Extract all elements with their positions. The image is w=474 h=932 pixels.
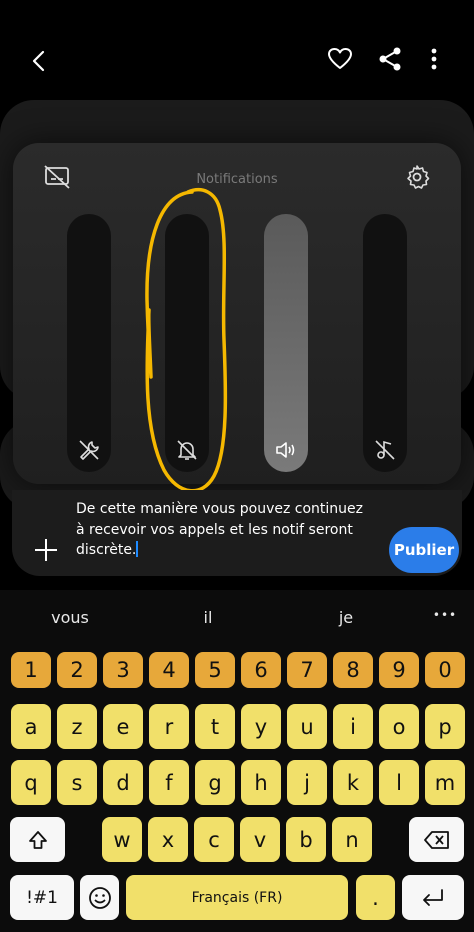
letter-key-q[interactable]: q [11,760,51,805]
letter-key-z[interactable]: z [57,704,97,749]
more-options-icon[interactable] [420,44,448,74]
symbols-key[interactable]: !#1 [10,875,74,920]
letter-key-g[interactable]: g [195,760,235,805]
add-attachment-icon[interactable] [34,538,58,562]
letter-key-k[interactable]: k [333,760,373,805]
text-cursor [136,541,139,557]
suggestion-3[interactable]: je [306,608,386,627]
sound-slider[interactable] [264,214,308,472]
number-key-1[interactable]: 1 [11,652,51,688]
more-suggestions-icon[interactable]: ••• [425,608,465,622]
comment-text: De cette manière vous pouvez continuez à… [76,501,364,558]
letter-key-r[interactable]: r [149,704,189,749]
number-key-8[interactable]: 8 [333,652,373,688]
backspace-key[interactable] [409,817,464,862]
enter-key[interactable] [402,875,464,920]
number-key-6[interactable]: 6 [241,652,281,688]
space-key[interactable]: Français (FR) [126,875,348,920]
number-key-0[interactable]: 0 [425,652,465,688]
wrench-mute-icon [77,438,101,462]
number-key-4[interactable]: 4 [149,652,189,688]
emoji-key[interactable] [80,875,119,920]
comment-input[interactable]: De cette manière vous pouvez continuez à… [76,499,376,561]
media-mute-slider[interactable] [363,214,407,472]
number-key-7[interactable]: 7 [287,652,327,688]
letter-key-s[interactable]: s [57,760,97,805]
letter-key-m[interactable]: m [425,760,465,805]
letter-key-h[interactable]: h [241,760,281,805]
heart-icon[interactable] [325,44,355,74]
suggestion-2[interactable]: il [168,608,248,627]
period-key[interactable]: . [356,875,395,920]
number-key-3[interactable]: 3 [103,652,143,688]
number-key-9[interactable]: 9 [379,652,419,688]
back-icon[interactable] [24,46,54,76]
publish-button[interactable]: Publier [389,527,459,573]
letter-key-l[interactable]: l [379,760,419,805]
letter-key-c[interactable]: c [194,817,234,862]
share-icon[interactable] [375,44,405,74]
shift-key[interactable] [10,817,65,862]
number-key-5[interactable]: 5 [195,652,235,688]
letter-key-u[interactable]: u [287,704,327,749]
suggestion-1[interactable]: vous [30,608,110,627]
letter-key-p[interactable]: p [425,704,465,749]
caption-off-icon[interactable] [43,164,71,190]
mute-slider[interactable] [67,214,111,472]
annotation-circle [145,188,228,493]
letter-key-o[interactable]: o [379,704,419,749]
letter-key-x[interactable]: x [148,817,188,862]
letter-key-v[interactable]: v [240,817,280,862]
letter-key-a[interactable]: a [11,704,51,749]
settings-gear-icon[interactable] [404,164,430,190]
music-off-icon [373,438,397,462]
speaker-icon [274,438,298,462]
letter-key-e[interactable]: e [103,704,143,749]
letter-key-y[interactable]: y [241,704,281,749]
letter-key-w[interactable]: w [102,817,142,862]
number-key-2[interactable]: 2 [57,652,97,688]
letter-key-n[interactable]: n [332,817,372,862]
letter-key-j[interactable]: j [287,760,327,805]
letter-key-d[interactable]: d [103,760,143,805]
letter-key-f[interactable]: f [149,760,189,805]
letter-key-i[interactable]: i [333,704,373,749]
letter-key-t[interactable]: t [195,704,235,749]
letter-key-b[interactable]: b [286,817,326,862]
